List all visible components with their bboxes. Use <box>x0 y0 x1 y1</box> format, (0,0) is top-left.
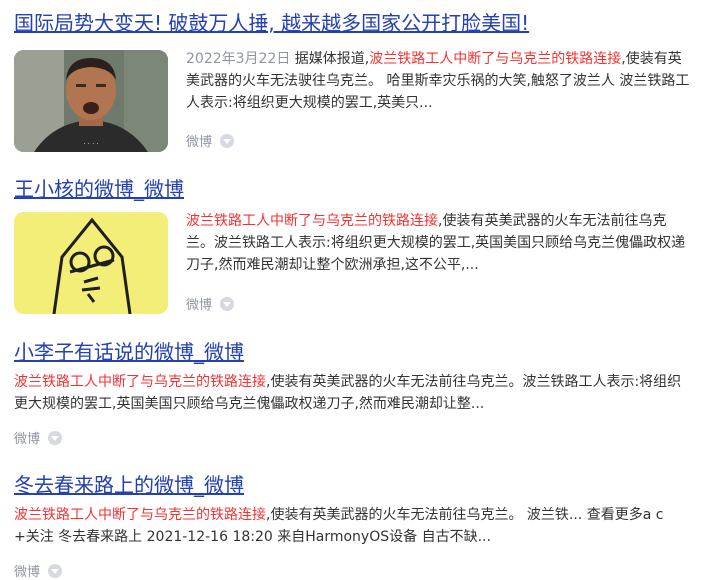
source-label: 微博 <box>14 565 41 580</box>
result-snippet: 波兰铁路工人中断了与乌克兰的铁路连接,使装有英美武器的火车无法前往乌克兰。波兰铁… <box>186 210 693 276</box>
svg-text:· · · ·: · · · · <box>83 140 99 148</box>
result-snippet: 波兰铁路工人中断了与乌克兰的铁路连接,使装有英美武器的火车无法前往乌克兰。波兰铁… <box>14 371 693 415</box>
source-label: 微博 <box>14 432 41 447</box>
chevron-down-icon[interactable] <box>48 430 63 445</box>
result-snippet: 波兰铁路工人中断了与乌克兰的铁路连接,使装有英美武器的火车无法前往乌克兰。 波兰… <box>14 504 693 548</box>
result-title-link[interactable]: 冬去春来路上的微博_微博 <box>14 472 244 498</box>
result-thumbnail[interactable] <box>14 212 168 314</box>
chevron-down-icon[interactable] <box>220 296 235 311</box>
man-portrait-photo-icon: · · · · <box>14 50 168 152</box>
snippet-highlight: 波兰铁路工人中断了与乌克兰的铁路连接 <box>369 51 622 67</box>
source-label: 微博 <box>186 298 213 313</box>
search-result-2: 王小核的微博_微博 波兰铁路工人中断了与乌克兰的铁路连接,使装有英美武器的火车无… <box>14 176 693 318</box>
search-result-3: 小李子有话说的微博_微博 波兰铁路工人中断了与乌克兰的铁路连接,使装有英美武器的… <box>14 339 693 449</box>
cartoon-avatar-icon <box>14 212 168 314</box>
result-thumbnail[interactable]: · · · · <box>14 50 168 152</box>
result-source: 微博 <box>186 131 235 150</box>
result-source: 微博 <box>186 294 235 313</box>
result-snippet: 2022年3月22日 据媒体报道,波兰铁路工人中断了与乌克兰的铁路连接,使装有英… <box>186 48 693 114</box>
source-label: 微博 <box>186 135 213 150</box>
snippet-highlight: 波兰铁路工人中断了与乌克兰的铁路连接 <box>14 374 266 390</box>
chevron-down-icon[interactable] <box>48 563 63 578</box>
result-title-link[interactable]: 小李子有话说的微博_微博 <box>14 339 244 365</box>
search-result-1: 国际局势大变天! 破鼓万人捶, 越来越多国家公开打脸美国! · · · · 20… <box>14 10 693 160</box>
snippet-highlight: 波兰铁路工人中断了与乌克兰的铁路连接 <box>14 507 266 523</box>
result-source: 微博 <box>14 428 63 447</box>
search-result-4: 冬去春来路上的微博_微博 波兰铁路工人中断了与乌克兰的铁路连接,使装有英美武器的… <box>14 472 693 580</box>
result-title-link[interactable]: 王小核的微博_微博 <box>14 176 184 202</box>
result-title-link[interactable]: 国际局势大变天! 破鼓万人捶, 越来越多国家公开打脸美国! <box>14 10 529 36</box>
chevron-down-icon[interactable] <box>220 133 235 148</box>
result-date: 2022年3月22日 <box>186 51 291 67</box>
snippet-highlight: 波兰铁路工人中断了与乌克兰的铁路连接 <box>186 213 438 229</box>
result-source: 微博 <box>14 561 63 580</box>
snippet-text: 据媒体报道, <box>290 51 370 67</box>
